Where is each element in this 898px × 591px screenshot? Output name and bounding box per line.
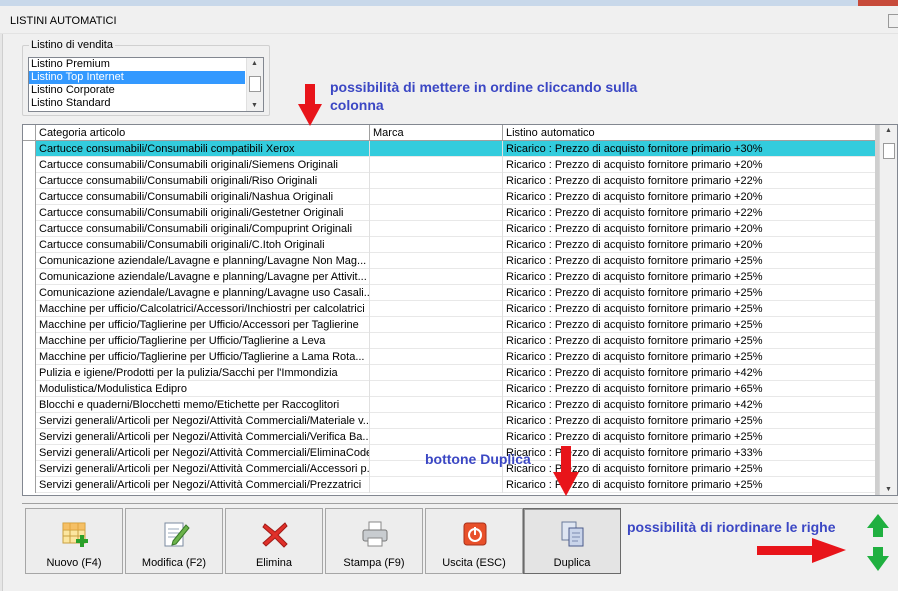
red-arrow-right [757, 538, 846, 563]
red-arrow-down-duplica [553, 446, 579, 496]
move-up-icon[interactable] [867, 514, 889, 537]
annotation-overlay [298, 84, 889, 571]
move-down-icon[interactable] [867, 547, 889, 571]
red-arrow-down-sort [298, 84, 322, 126]
